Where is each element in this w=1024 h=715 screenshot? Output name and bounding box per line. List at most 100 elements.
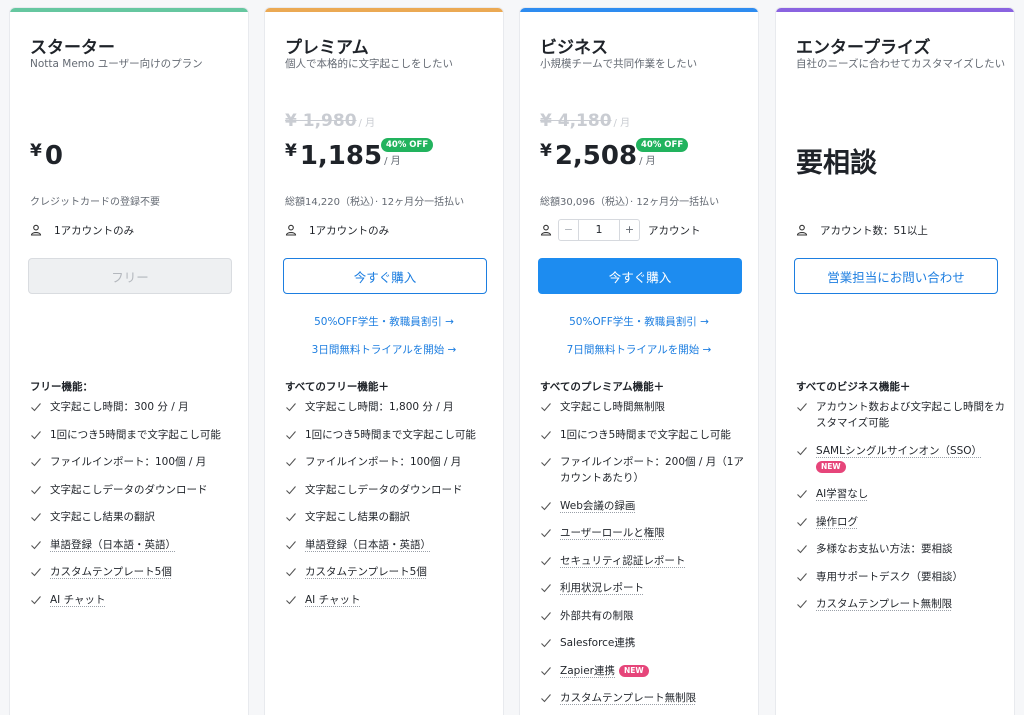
user-icon bbox=[285, 224, 297, 236]
feature-item[interactable]: AI学習なし bbox=[796, 486, 1008, 502]
feature-item[interactable]: 利用状況レポート bbox=[540, 580, 752, 596]
check-icon bbox=[540, 610, 552, 622]
plan-card-enterprise: エンタープライズ 自社のニーズに合わせてカスタマイズしたい 要相談 アカウント数… bbox=[775, 7, 1015, 715]
feature-item: 文字起こしデータのダウンロード bbox=[285, 482, 497, 498]
quantity-stepper[interactable]: − 1 + bbox=[558, 219, 640, 241]
check-icon bbox=[30, 594, 42, 606]
plan-price: ¥0 bbox=[30, 141, 63, 171]
plan-title: プレミアム bbox=[285, 33, 369, 58]
features-heading: すべてのプレミアム機能＋ bbox=[540, 379, 664, 394]
free-plan-button[interactable]: フリー bbox=[28, 258, 232, 294]
feature-item: 文字起こし時間：300 分 / 月 bbox=[30, 399, 242, 415]
check-icon bbox=[540, 692, 552, 704]
feature-item[interactable]: カスタムテンプレート無制限 bbox=[796, 596, 1008, 612]
account-info: アカウント数：51以上 bbox=[796, 222, 928, 238]
check-icon bbox=[540, 429, 552, 441]
check-icon bbox=[796, 516, 808, 528]
original-price: ¥ 4,180/ 月 bbox=[540, 111, 630, 131]
original-price: ¥ 1,980/ 月 bbox=[285, 111, 375, 131]
account-label: アカウント bbox=[648, 223, 701, 238]
feature-item: ファイルインポート：100個 / 月 bbox=[30, 454, 242, 470]
buy-now-button[interactable]: 今すぐ購入 bbox=[538, 258, 742, 294]
feature-item[interactable]: 操作ログ bbox=[796, 514, 1008, 530]
account-label: 1アカウントのみ bbox=[309, 223, 389, 238]
feature-item[interactable]: 単語登録（日本語・英語） bbox=[285, 537, 497, 553]
check-icon bbox=[30, 401, 42, 413]
feature-item: 外部共有の制限 bbox=[540, 608, 752, 624]
feature-item: ファイルインポート：100個 / 月 bbox=[285, 454, 497, 470]
plan-card-business: ビジネス 小規模チームで共同作業をしたい ¥ 4,180/ 月 ¥2,508/ … bbox=[519, 7, 759, 715]
buy-now-button[interactable]: 今すぐ購入 bbox=[283, 258, 487, 294]
plan-subtitle: 小規模チームで共同作業をしたい bbox=[540, 57, 752, 72]
feature-item: 1回につき5時間まで文字起こし可能 bbox=[285, 427, 497, 443]
feature-item: 文字起こし結果の翻訳 bbox=[30, 509, 242, 525]
feature-item: 専用サポートデスク（要相談） bbox=[796, 569, 1008, 585]
student-discount-link[interactable]: 50%OFF学生・教職員割引 → bbox=[265, 314, 503, 329]
feature-list: アカウント数および文字起こし時間をカスタマイズ可能 SAMLシングルサインオン（… bbox=[796, 399, 1008, 624]
currency-symbol: ¥ bbox=[30, 141, 42, 161]
features-heading: すべてのビジネス機能＋ bbox=[796, 379, 910, 394]
quantity-input[interactable]: 1 bbox=[579, 220, 619, 240]
free-trial-link[interactable]: 3日間無料トライアルを開始 → bbox=[265, 342, 503, 357]
check-icon bbox=[796, 445, 808, 457]
check-icon bbox=[285, 429, 297, 441]
feature-item: 文字起こし時間無制限 bbox=[540, 399, 752, 415]
check-icon bbox=[285, 511, 297, 523]
check-icon bbox=[285, 594, 297, 606]
check-icon bbox=[285, 456, 297, 468]
feature-item[interactable]: セキュリティ認証レポート bbox=[540, 553, 752, 569]
feature-item: 文字起こし時間：1,800 分 / 月 bbox=[285, 399, 497, 415]
feature-item: 多様なお支払い方法：要相談 bbox=[796, 541, 1008, 557]
currency-symbol: ¥ bbox=[540, 141, 552, 161]
decrement-button[interactable]: − bbox=[559, 220, 579, 240]
plan-accent-bar bbox=[265, 8, 503, 12]
check-icon bbox=[796, 488, 808, 500]
plan-accent-bar bbox=[776, 8, 1014, 12]
check-icon bbox=[285, 566, 297, 578]
feature-item[interactable]: カスタムテンプレート5個 bbox=[285, 564, 497, 580]
user-icon bbox=[30, 224, 42, 236]
account-label: アカウント数：51以上 bbox=[820, 223, 928, 238]
feature-list: 文字起こし時間無制限 1回につき5時間まで文字起こし可能 ファイルインポート：2… bbox=[540, 399, 752, 715]
feature-item[interactable]: Web会議の録画 bbox=[540, 498, 752, 514]
new-badge: NEW bbox=[816, 461, 846, 473]
plan-title: エンタープライズ bbox=[796, 33, 930, 58]
price-amount: 1,185 bbox=[300, 141, 382, 171]
free-trial-link[interactable]: 7日間無料トライアルを開始 → bbox=[520, 342, 758, 357]
check-icon bbox=[540, 665, 552, 677]
price-note: 総額14,220（税込）· 12ヶ月分一括払い bbox=[285, 193, 464, 208]
feature-item[interactable]: カスタムテンプレート5個 bbox=[30, 564, 242, 580]
feature-item: 1回につき5時間まで文字起こし可能 bbox=[30, 427, 242, 443]
price-amount: 0 bbox=[45, 141, 63, 171]
user-icon bbox=[540, 224, 552, 236]
plan-card-starter: スターター Notta Memo ユーザー向けのプラン ¥0 クレジットカードの… bbox=[9, 7, 249, 715]
feature-item[interactable]: ユーザーロールと権限 bbox=[540, 525, 752, 541]
currency-symbol: ¥ bbox=[285, 141, 297, 161]
feature-item[interactable]: AI チャット bbox=[285, 592, 497, 608]
plan-accent-bar bbox=[10, 8, 248, 12]
increment-button[interactable]: + bbox=[619, 220, 639, 240]
plan-title: ビジネス bbox=[540, 33, 608, 58]
student-discount-link[interactable]: 50%OFF学生・教職員割引 → bbox=[520, 314, 758, 329]
feature-item[interactable]: SAMLシングルサインオン（SSO） NEW bbox=[796, 443, 1008, 475]
plan-accent-bar bbox=[520, 8, 758, 12]
discount-badge: 40% OFF bbox=[636, 138, 688, 152]
feature-item[interactable]: Zapier連携 NEW bbox=[540, 663, 752, 679]
check-icon bbox=[285, 401, 297, 413]
new-badge: NEW bbox=[619, 665, 649, 677]
feature-item[interactable]: カスタムテンプレート無制限 bbox=[540, 690, 752, 706]
feature-item[interactable]: AI チャット bbox=[30, 592, 242, 608]
contact-sales-button[interactable]: 営業担当にお問い合わせ bbox=[794, 258, 998, 294]
check-icon bbox=[285, 539, 297, 551]
check-icon bbox=[30, 429, 42, 441]
features-heading: フリー機能： bbox=[30, 379, 93, 394]
feature-item: ファイルインポート：200個 / 月（1アカウントあたり） bbox=[540, 454, 752, 486]
price-period: / 月 bbox=[639, 156, 656, 167]
feature-item[interactable]: 単語登録（日本語・英語） bbox=[30, 537, 242, 553]
price-period: / 月 bbox=[384, 156, 401, 167]
plan-price: 要相談 bbox=[796, 141, 877, 180]
check-icon bbox=[30, 484, 42, 496]
plan-subtitle: Notta Memo ユーザー向けのプラン bbox=[30, 57, 242, 72]
check-icon bbox=[540, 582, 552, 594]
price-note: 総額30,096（税込）· 12ヶ月分一括払い bbox=[540, 193, 719, 208]
